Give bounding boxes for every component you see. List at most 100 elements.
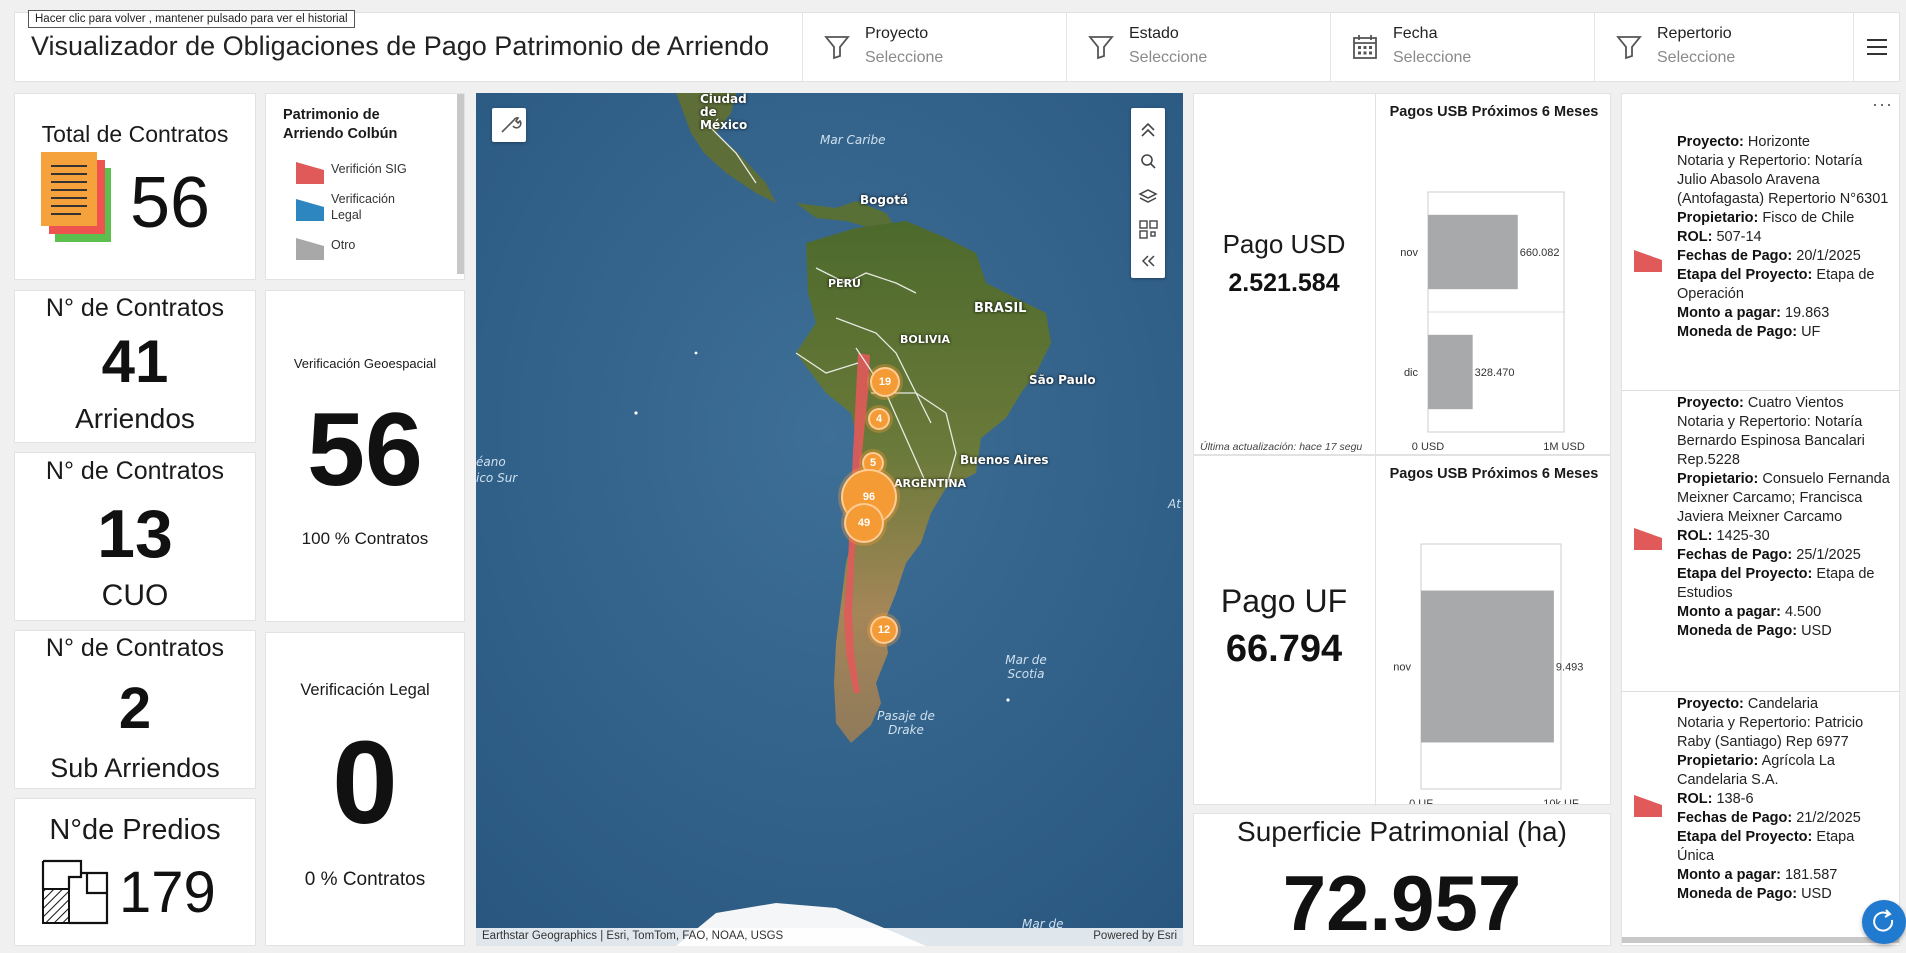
- map-label: Mar de Scotia: [1005, 653, 1047, 681]
- filter-repertorio[interactable]: Repertorio Seleccione: [1594, 13, 1858, 81]
- kpi-title: Verificación Geoespacial: [293, 356, 437, 371]
- legend-swatch: [296, 238, 324, 260]
- kpi-value: 13: [97, 496, 173, 572]
- kpi-subtitle: Arriendos: [75, 403, 195, 434]
- kpi-title: N°de Predios: [49, 814, 221, 846]
- list-item[interactable]: Proyecto: Candelaria Notaria y Repertori…: [1622, 693, 1899, 931]
- map-tool-button[interactable]: [492, 108, 526, 142]
- map-basemap: [476, 93, 1183, 946]
- legend-label: Verifición SIG: [331, 162, 407, 176]
- kpi-cuo: N° de Contratos 13 CUO: [14, 452, 256, 621]
- hamburger-icon: [1866, 39, 1887, 55]
- flag-icon: [1634, 528, 1662, 550]
- legend-scrollbar[interactable]: [457, 94, 464, 274]
- search-icon[interactable]: [1131, 146, 1165, 176]
- map-cluster[interactable]: 4: [868, 408, 890, 430]
- kpi-total-contratos: Total de Contratos 56: [14, 93, 256, 280]
- map-attribution: Earthstar Geographics | Esri, TomTom, FA…: [482, 930, 784, 942]
- kpi-value: 56: [307, 392, 423, 508]
- filter-fecha[interactable]: Fecha Seleccione: [1330, 13, 1594, 81]
- legend-title: Patrimonio de Arriendo Colbún: [283, 107, 398, 142]
- bar: [1421, 590, 1554, 743]
- map-attribution-bar: Earthstar Geographics | Esri, TomTom, FA…: [476, 928, 1183, 946]
- parcels-icon: [41, 859, 109, 925]
- category-label: dic: [1404, 367, 1419, 379]
- kpi-subtitle: 0 % Contratos: [304, 869, 426, 890]
- data-label: 660.082: [1520, 247, 1560, 259]
- legend-item: [296, 160, 324, 189]
- kpi-sub-arriendos: N° de Contratos 2 Sub Arriendos: [14, 630, 256, 789]
- flag-icon: [1634, 250, 1662, 272]
- app-title: Visualizador de Obligaciones de Pago Pat…: [31, 31, 769, 61]
- legend-panel: Patrimonio de Arriendo Colbún Verifición…: [265, 93, 465, 280]
- list-item[interactable]: Proyecto: Cuatro Vientos Notaria y Reper…: [1622, 392, 1899, 692]
- map-label: BOLIVIA: [900, 333, 950, 346]
- filter-value: Seleccione: [865, 49, 944, 66]
- kpi-value: 72.957: [1282, 859, 1522, 947]
- list-scrollbar[interactable]: [1622, 937, 1899, 943]
- data-label: 328.470: [1475, 367, 1515, 379]
- kpi-title: N° de Contratos: [45, 457, 225, 485]
- usd-bar-chart: nov 660.082 dic 328.470 0 USD 1M USD: [1400, 191, 1585, 452]
- map-label: PERÚ: [828, 277, 861, 290]
- map-label: At: [1168, 497, 1181, 511]
- kpi-arriendos: N° de Contratos 41 Arriendos: [14, 290, 256, 443]
- bar: [1428, 214, 1518, 290]
- map-cluster[interactable]: 49: [844, 503, 884, 543]
- map-cluster[interactable]: 19: [870, 367, 900, 397]
- legend-swatch: [296, 162, 324, 184]
- qr-icon[interactable]: [1131, 214, 1165, 244]
- map-label: São Paulo: [1029, 373, 1096, 387]
- collapse-up-icon[interactable]: [1131, 113, 1165, 143]
- kpi-title: N° de Contratos: [45, 294, 225, 322]
- refresh-button[interactable]: [1862, 900, 1906, 944]
- pago-uf-panel: Pago UF 66.794 Pagos USB Próximos 6 Mese…: [1193, 455, 1611, 806]
- map-label: Pasaje de Drake: [877, 709, 935, 737]
- tick-label: 0 UF: [1409, 798, 1433, 804]
- filter-value: Seleccione: [1657, 49, 1736, 66]
- kpi-title: N° de Contratos: [45, 634, 225, 662]
- map-view[interactable]: Ciudad de México Mar Caribe Bogotá PERÚ …: [476, 93, 1183, 946]
- legend-label: Otro: [331, 238, 356, 252]
- map-cluster[interactable]: 12: [870, 616, 898, 644]
- kpi-value: 56: [130, 163, 211, 243]
- menu-button[interactable]: [1853, 13, 1899, 81]
- map-label: ico Sur: [476, 471, 518, 485]
- kpi-predios: N°de Predios 179: [14, 798, 256, 946]
- filter-estado[interactable]: Estado Seleccione: [1066, 13, 1330, 81]
- kpi-value: 0: [332, 717, 398, 849]
- legend-item: [296, 197, 324, 226]
- filter-value: Seleccione: [1393, 49, 1472, 66]
- pago-uf-title: Pago UF: [1220, 583, 1348, 619]
- category-label: nov: [1400, 247, 1418, 259]
- feed-entry: Proyecto: Horizonte Notaria y Repertorio…: [1677, 134, 1889, 340]
- kpi-title: Total de Contratos: [41, 121, 229, 147]
- powered-by[interactable]: Powered by Esri: [1093, 930, 1177, 942]
- kpi-subtitle: Sub Arriendos: [50, 753, 220, 783]
- bar: [1428, 334, 1473, 410]
- pago-usd-title: Pago USD: [1222, 229, 1346, 259]
- legend-item: [296, 236, 324, 265]
- filter-value: Seleccione: [1129, 49, 1208, 66]
- filter-label: Fecha: [1393, 25, 1438, 42]
- chart-title: Pagos USB Próximos 6 Meses: [1389, 104, 1599, 120]
- list-item[interactable]: Proyecto: Horizonte Notaria y Repertorio…: [1622, 94, 1899, 391]
- feed-entry: Proyecto: Cuatro Vientos Notaria y Reper…: [1677, 395, 1890, 639]
- flag-icon: [1634, 795, 1662, 817]
- contracts-list-panel: ··· Proyecto: Horizonte Notaria y Repert…: [1621, 93, 1900, 946]
- filter-proyecto[interactable]: Proyecto Seleccione: [802, 13, 1066, 81]
- layers-icon[interactable]: [1131, 181, 1165, 211]
- filter-icon: [1088, 36, 1114, 60]
- back-tooltip: Hacer clic para volver , mantener pulsad…: [28, 10, 355, 28]
- map-toolbar: [1131, 108, 1165, 278]
- kpi-title: Verificación Legal: [300, 681, 430, 699]
- documents-icon: [41, 152, 111, 242]
- tick-label: 0 USD: [1412, 441, 1444, 452]
- kpi-title: Superficie Patrimonial (ha): [1237, 816, 1567, 847]
- kpi-verificacion-legal: Verificación Legal 0 0 % Contratos: [265, 632, 465, 946]
- filter-icon: [824, 36, 850, 60]
- collapse-left-icon[interactable]: [1131, 246, 1165, 276]
- map-label: Ciudad de México: [700, 93, 748, 132]
- wrench-icon: [501, 117, 522, 133]
- legend-swatch: [296, 199, 324, 221]
